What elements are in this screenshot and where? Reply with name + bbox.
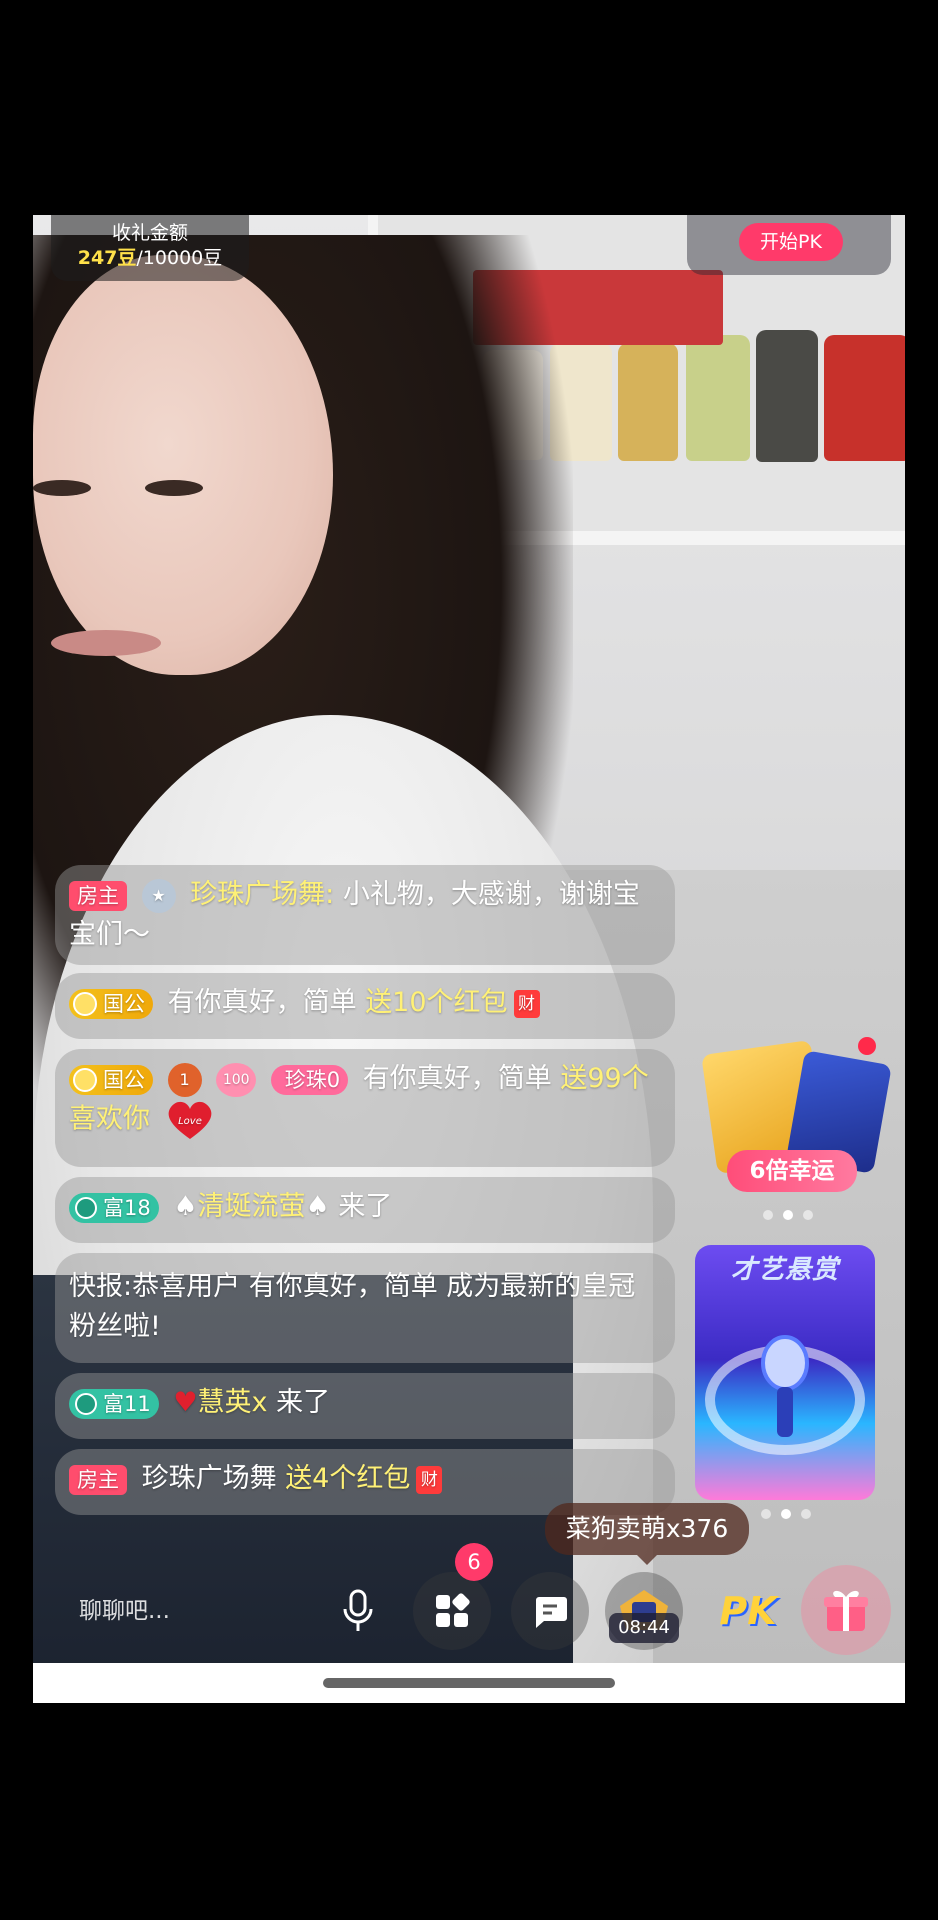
microphone-graphic-icon xyxy=(761,1335,809,1437)
nobility-tag-label: 国公 xyxy=(103,1067,145,1092)
gift-amount-title: 收礼金额 xyxy=(111,222,188,244)
nobility-tag: 国公 xyxy=(69,1064,153,1095)
microphone-button[interactable] xyxy=(319,1572,397,1650)
love-heart-icon: Love xyxy=(168,1101,211,1139)
wealth-tag-label: 富18 xyxy=(103,1195,151,1220)
chat-message[interactable]: 房主 ★ 珍珠广场舞: 小礼物，大感谢，谢谢宝宝们～ xyxy=(55,865,675,965)
nobility-tag: 国公 xyxy=(69,988,153,1019)
red-packet-icon: 财 xyxy=(513,989,540,1018)
fan-club-tag: 珍珠0 xyxy=(270,1064,349,1095)
chat-text: 送4个红包 xyxy=(285,1463,411,1494)
star-badge-icon: ★ xyxy=(141,878,176,913)
pk-button[interactable]: PK xyxy=(711,1581,785,1641)
love-heart-label: Love xyxy=(178,1116,202,1127)
announcement-prefix: 快报: xyxy=(69,1271,133,1302)
wealth-tag: 富11 xyxy=(69,1388,159,1419)
lucky-promo[interactable]: 6倍幸运 xyxy=(701,1035,895,1192)
chat-username[interactable]: 珍珠广场舞: xyxy=(190,879,334,910)
host-tag: 房主 xyxy=(69,880,127,911)
more-apps-button[interactable] xyxy=(413,1572,491,1650)
chat-message[interactable]: 富11 ♥慧英x 来了 xyxy=(55,1373,675,1439)
gift-amount-current: 247豆 xyxy=(77,247,137,269)
system-nav-strip xyxy=(33,1663,905,1703)
red-packet-icon: 财 xyxy=(416,1465,443,1494)
message-button[interactable] xyxy=(511,1572,589,1650)
talent-reward-promo[interactable]: 才艺悬赏 xyxy=(695,1245,875,1500)
countdown-timer: 08:44 xyxy=(609,1613,679,1643)
chat-message[interactable]: 国公 1 100 珍珠0 有你真好，简单 送99个喜欢你 Love xyxy=(55,1049,675,1167)
chat-text: 送99个喜欢你 xyxy=(69,1063,649,1135)
coin-icon xyxy=(73,1067,97,1092)
chat-text: 送10个红包 xyxy=(365,987,508,1018)
microphone-icon xyxy=(343,1589,373,1631)
chat-username[interactable]: 慧英x xyxy=(198,1387,268,1418)
notification-badge: 6 xyxy=(455,1543,493,1581)
host-tag: 房主 xyxy=(69,1464,127,1495)
promo2-pager xyxy=(761,1509,811,1519)
coin-icon xyxy=(73,991,97,1016)
gift-popup[interactable]: 菜狗卖萌x376 xyxy=(545,1503,749,1565)
gift-amount-value: 247豆/10000豆 xyxy=(51,245,249,271)
gift-amount-panel[interactable]: 收礼金额 247豆/10000豆 xyxy=(51,215,249,281)
chat-message[interactable]: 国公 有你真好，简单 送10个红包财 xyxy=(55,973,675,1039)
left-eye xyxy=(33,480,91,496)
chat-username[interactable]: 有你真好，简单 xyxy=(168,987,357,1018)
wealth-tag-label: 富11 xyxy=(103,1391,151,1416)
nobility-tag-label: 国公 xyxy=(103,991,145,1016)
pk-panel: 开始PK xyxy=(687,215,891,275)
chat-text: 来了 xyxy=(338,1191,393,1222)
lucky-label: 6倍幸运 xyxy=(727,1150,857,1192)
start-pk-button[interactable]: 开始PK xyxy=(739,223,843,261)
wealth-icon xyxy=(75,1196,97,1219)
talent-reward-title: 才艺悬赏 xyxy=(730,1255,839,1285)
chat-username[interactable]: 有你真好，简单 xyxy=(363,1063,552,1094)
heart-icon: ♥ xyxy=(173,1387,198,1418)
chat-announcement[interactable]: 快报:恭喜用户 有你真好，简单 成为最新的皇冠粉丝啦! xyxy=(55,1253,675,1363)
chat-text: 来了 xyxy=(276,1387,331,1418)
chat-message[interactable]: 富18 ♠清埏流萤♠ 来了 xyxy=(55,1177,675,1243)
right-eye xyxy=(145,480,203,496)
announcement-text: 恭喜用户 有你真好，简单 成为最新的皇冠粉丝啦! xyxy=(69,1271,636,1342)
spade-icon: ♠ xyxy=(173,1191,198,1222)
chat-username[interactable]: 珍珠广场舞 xyxy=(142,1463,277,1494)
message-icon xyxy=(536,1597,567,1628)
live-stream-screen: 收礼金额 247豆/10000豆 开始PK 房主 ★ 珍珠广场舞: 小礼物，大感… xyxy=(33,215,905,1663)
wealth-icon xyxy=(75,1392,97,1415)
level-badge-icon: 1 xyxy=(167,1062,202,1097)
chat-username[interactable]: 清埏流萤 xyxy=(198,1191,306,1222)
gift-button[interactable] xyxy=(801,1565,891,1655)
gift-icon xyxy=(824,1590,868,1631)
gift-amount-target: /10000豆 xyxy=(136,247,223,269)
chat-input[interactable]: 聊聊吧... xyxy=(53,1575,343,1647)
fan-heart-icon: 100 xyxy=(216,1062,257,1097)
spade-icon: ♠ xyxy=(305,1191,330,1222)
home-indicator[interactable] xyxy=(323,1678,615,1688)
mouth xyxy=(51,630,161,656)
wealth-tag: 富18 xyxy=(69,1192,159,1223)
promo1-pager xyxy=(763,1210,813,1220)
grid-icon xyxy=(436,1593,470,1627)
